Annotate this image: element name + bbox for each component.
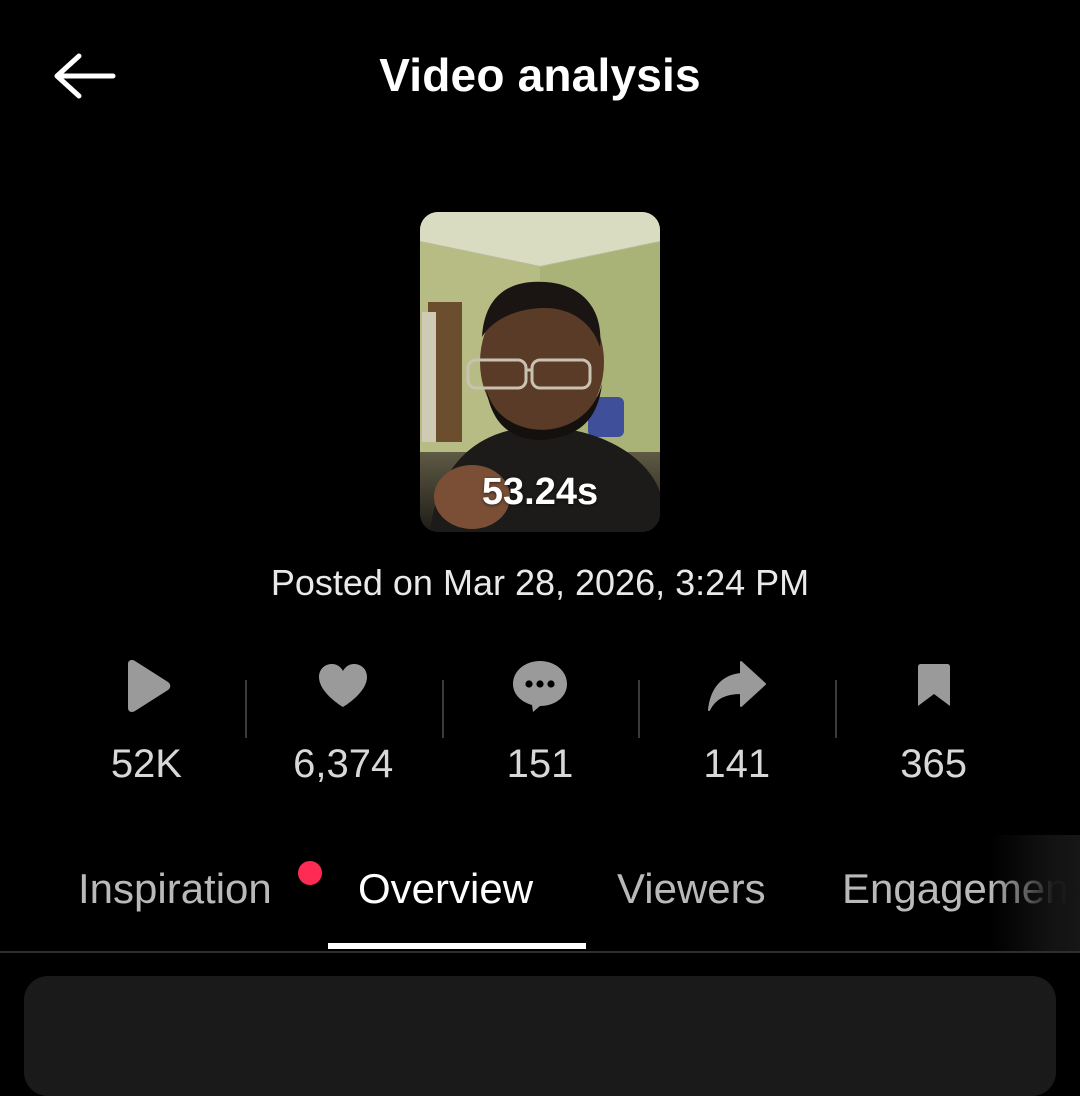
header: Video analysis [0, 0, 1080, 150]
tab-inspiration[interactable]: Inspiration [78, 865, 272, 913]
stat-saves: 365 [835, 650, 1032, 800]
stat-views: 52K [48, 650, 245, 800]
share-icon [707, 661, 766, 711]
bookmark-icon [917, 664, 950, 706]
play-icon [128, 660, 171, 712]
content-card [24, 976, 1056, 1096]
tab-overview[interactable]: Overview [358, 865, 533, 913]
page-title: Video analysis [379, 49, 701, 101]
stat-comments: 151 [441, 650, 639, 800]
posted-date: Posted on Mar 28, 2026, 3:24 PM [270, 562, 810, 603]
tabs-scroll-fade [990, 835, 1080, 951]
video-duration: 53.24s [481, 471, 599, 513]
likes-count: 6,374 [293, 742, 394, 786]
stat-shares: 141 [638, 650, 835, 800]
comment-icon [512, 661, 567, 712]
saves-count: 365 [900, 742, 967, 786]
views-count: 52K [110, 742, 182, 786]
heart-icon [319, 664, 368, 707]
notification-dot [298, 861, 322, 885]
active-tab-indicator [328, 943, 586, 949]
video-thumbnail[interactable]: 53.24s [420, 212, 660, 532]
comments-count: 151 [506, 742, 574, 786]
tab-viewers[interactable]: Viewers [617, 865, 766, 913]
shares-count: 141 [703, 742, 771, 786]
stat-likes: 6,374 [244, 650, 442, 800]
stats-row: 52K 6,374 151 141 365 [48, 650, 1032, 800]
tab-bar: Inspiration Overview Viewers Engagemen [0, 835, 1080, 953]
